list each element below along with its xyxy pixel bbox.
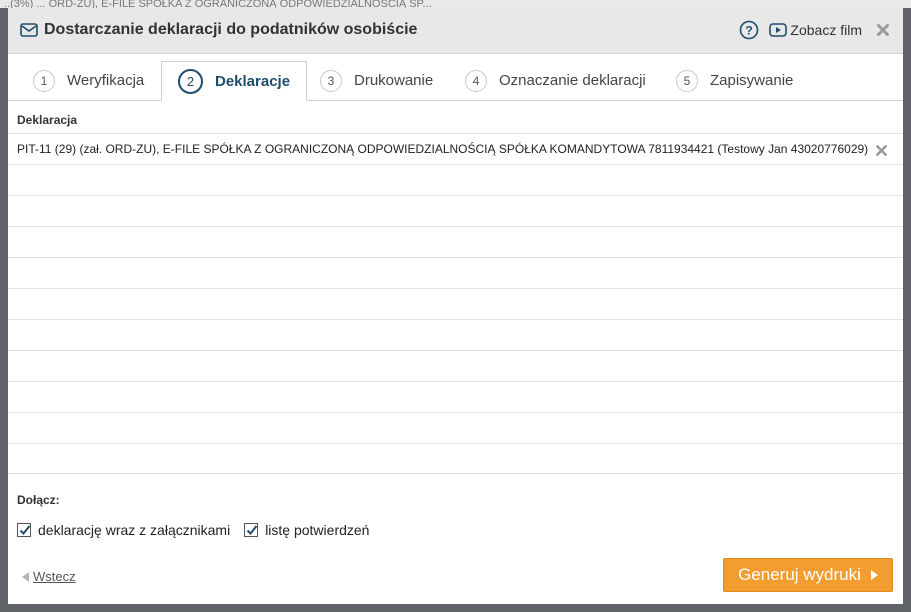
list-item [8,350,903,381]
checkbox-box[interactable] [17,523,31,537]
list-item [8,164,903,195]
header-actions: ? Zobacz film [739,20,889,40]
declaration-text: PIT-11 (29) (zał. ORD-ZU), E-FILE SPÓŁKA… [17,142,869,156]
generate-label: Generuj wydruki [738,565,861,584]
wizard-tabs: 1 Weryfikacja 2 Deklaracje 3 Drukowanie … [8,54,903,101]
tab-number: 1 [33,69,55,92]
list-item [8,412,903,443]
close-icon[interactable] [877,24,889,36]
background-window-strip: ..(3%) ... ORD-ZU), E-FILE SPÓŁKA Z OGRA… [0,0,911,8]
tab-deklaracje[interactable]: 2 Deklaracje [161,61,308,101]
back-link[interactable]: Wstecz [22,569,76,584]
tab-number: 3 [320,69,342,92]
list-item [8,381,903,412]
dialog-title: Dostarczanie deklaracji do podatników os… [20,21,417,39]
svg-text:?: ? [746,24,753,38]
list-item[interactable]: PIT-11 (29) (zał. ORD-ZU), E-FILE SPÓŁKA… [8,133,903,164]
checkmark-icon [246,525,258,535]
checkbox-box[interactable] [244,523,259,537]
list-item [8,195,903,226]
left-triangle-icon [22,571,29,582]
dialog: Dostarczanie deklaracji do podatników os… [8,8,903,604]
checkmark-icon [19,525,31,535]
tab-weryfikacja[interactable]: 1 Weryfikacja [33,61,144,100]
list-item [8,226,903,257]
tab-label: Oznaczanie deklaracji [499,72,646,89]
dialog-title-text: Dostarczanie deklaracji do podatników os… [44,21,418,38]
tab-number: 4 [465,69,487,92]
attach-options: deklarację wraz z załącznikami listę pot… [17,522,383,538]
tab-oznaczanie-deklaracji[interactable]: 4 Oznaczanie deklaracji [465,61,646,100]
dialog-header: Dostarczanie deklaracji do podatników os… [8,8,903,54]
list-item [8,288,903,319]
video-play-icon [769,23,788,37]
tab-label: Zapisywanie [710,72,794,89]
envelope-icon [20,23,38,37]
generate-printouts-button[interactable]: Generuj wydruki [723,558,893,592]
list-item [8,257,903,288]
declaration-column-header: Deklaracja [17,113,78,127]
right-triangle-icon [870,570,878,580]
list-item [8,319,903,350]
include-attachments-checkbox[interactable]: deklarację wraz z załącznikami [17,522,230,538]
tab-label: Weryfikacja [67,72,145,89]
watch-video-label: Zobacz film [790,22,862,38]
checkbox-label: deklarację wraz z załącznikami [38,522,231,538]
include-confirmation-list-checkbox[interactable]: listę potwierdzeń [244,522,369,538]
attach-label: Dołącz: [17,493,60,507]
remove-icon[interactable] [876,143,887,161]
back-label: Wstecz [33,569,76,584]
tab-label: Deklaracje [215,72,291,90]
tab-drukowanie[interactable]: 3 Drukowanie [320,61,433,100]
question-circle-icon[interactable]: ? [739,20,759,40]
tab-label: Drukowanie [354,72,434,89]
tab-number: 5 [676,69,698,92]
list-item [8,443,903,474]
watch-video-button[interactable]: Zobacz film [769,22,862,38]
tab-number: 2 [178,68,203,94]
tab-zapisywanie[interactable]: 5 Zapisywanie [676,61,793,100]
checkbox-label: listę potwierdzeń [265,522,370,538]
declaration-list: PIT-11 (29) (zał. ORD-ZU), E-FILE SPÓŁKA… [8,133,903,474]
